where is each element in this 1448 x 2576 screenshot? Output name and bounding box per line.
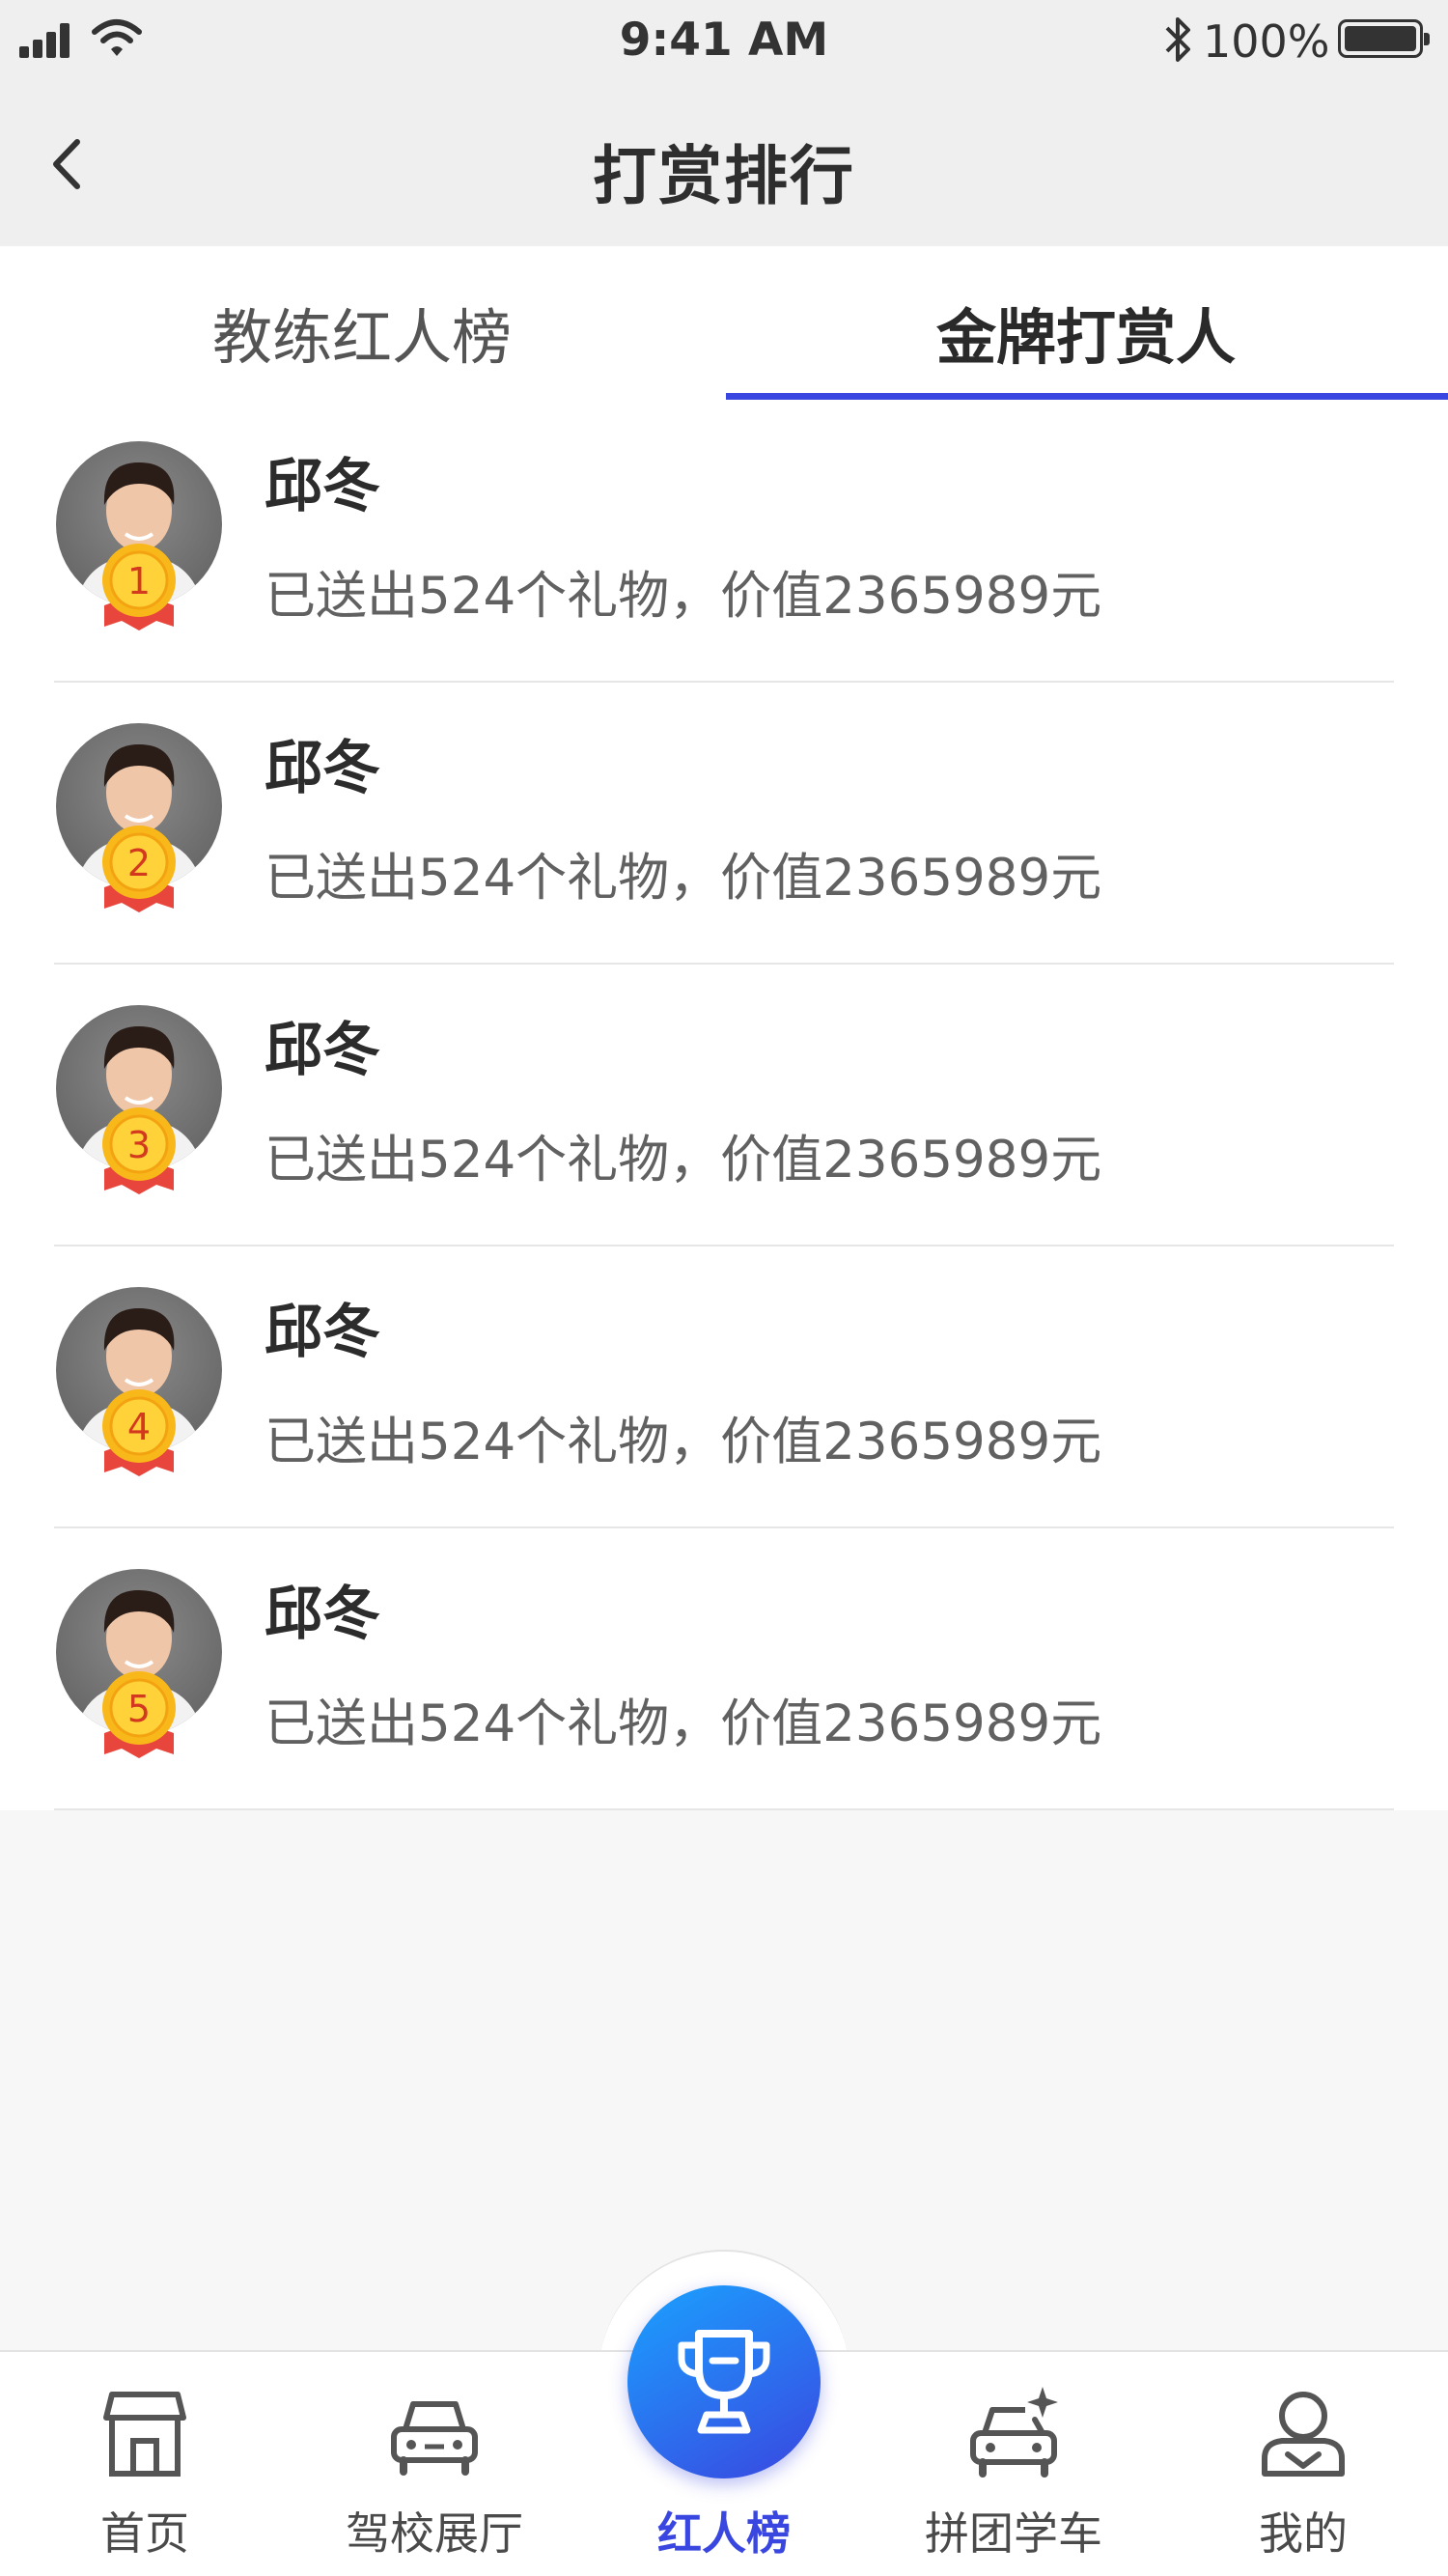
- tabbar-label: 红人榜: [657, 2507, 791, 2560]
- rank-medal-icon: 5: [102, 1671, 176, 1758]
- list-item[interactable]: 1 邱冬 已送出524个礼物，价值2365989元: [0, 401, 1448, 683]
- active-tab-indicator: [726, 393, 1448, 400]
- tab-bar-top: 教练红人榜 金牌打赏人: [0, 246, 1448, 401]
- rank-medal-icon: 4: [102, 1389, 176, 1476]
- gift-summary: 已送出524个礼物，价值2365989元: [265, 1413, 1102, 1471]
- tabbar-label: 拼团学车: [925, 2507, 1102, 2560]
- tabbar-item-mine[interactable]: 我的: [1158, 2352, 1448, 2576]
- ranking-center-button[interactable]: [627, 2285, 821, 2478]
- user-name: 邱冬: [265, 1017, 380, 1084]
- status-bar: 9:41 AM 100%: [0, 0, 1448, 82]
- list-item[interactable]: 3 邱冬 已送出524个礼物，价值2365989元: [0, 965, 1448, 1246]
- tabbar-label: 我的: [1259, 2507, 1348, 2560]
- rank-number: 1: [127, 560, 151, 602]
- tabbar-label: 驾校展厅: [346, 2507, 523, 2560]
- battery-icon: [1338, 19, 1430, 58]
- gift-summary: 已送出524个礼物，价值2365989元: [265, 1694, 1102, 1753]
- store-icon: [103, 2392, 186, 2477]
- user-name: 邱冬: [265, 1299, 380, 1366]
- tabbar-item-home[interactable]: 首页: [0, 2352, 290, 2576]
- gift-summary: 已送出524个礼物，价值2365989元: [265, 1131, 1102, 1190]
- divider: [54, 1808, 1394, 1810]
- user-name: 邱冬: [265, 453, 380, 520]
- tab-coach-ranking[interactable]: 教练红人榜: [0, 289, 724, 376]
- user-name: 邱冬: [265, 1581, 380, 1648]
- nav-bar: 打赏排行: [0, 82, 1448, 246]
- tabbar-item-school[interactable]: 驾校展厅: [290, 2352, 579, 2576]
- rank-number: 5: [127, 1688, 151, 1730]
- rank-number: 3: [127, 1124, 151, 1166]
- car-sparkle-icon: [970, 2387, 1058, 2478]
- rank-medal-icon: 2: [102, 826, 176, 912]
- ranking-list: 1 邱冬 已送出524个礼物，价值2365989元 2 邱冬 已送出524个礼物…: [0, 401, 1448, 1810]
- tab-gold-tipper[interactable]: 金牌打赏人: [724, 289, 1448, 376]
- rank-medal-icon: 1: [102, 544, 176, 630]
- gift-summary: 已送出524个礼物，价值2365989元: [265, 567, 1102, 626]
- rank-number: 2: [127, 842, 151, 884]
- bluetooth-icon: [1165, 17, 1190, 62]
- user-name: 邱冬: [265, 735, 380, 802]
- list-item[interactable]: 5 邱冬 已送出524个礼物，价值2365989元: [0, 1528, 1448, 1810]
- rank-number: 4: [127, 1406, 151, 1448]
- user-icon: [1262, 2392, 1345, 2477]
- tabbar-label: 首页: [100, 2507, 189, 2560]
- battery-percent: 100%: [1203, 15, 1330, 68]
- list-item[interactable]: 4 邱冬 已送出524个礼物，价值2365989元: [0, 1246, 1448, 1528]
- page-title: 打赏排行: [593, 139, 855, 213]
- car-icon: [391, 2401, 478, 2476]
- tabbar-item-group[interactable]: 拼团学车: [869, 2352, 1158, 2576]
- trophy-icon: [678, 2330, 770, 2434]
- gift-summary: 已送出524个礼物，价值2365989元: [265, 849, 1102, 908]
- list-item[interactable]: 2 邱冬 已送出524个礼物，价值2365989元: [0, 683, 1448, 965]
- rank-medal-icon: 3: [102, 1107, 176, 1194]
